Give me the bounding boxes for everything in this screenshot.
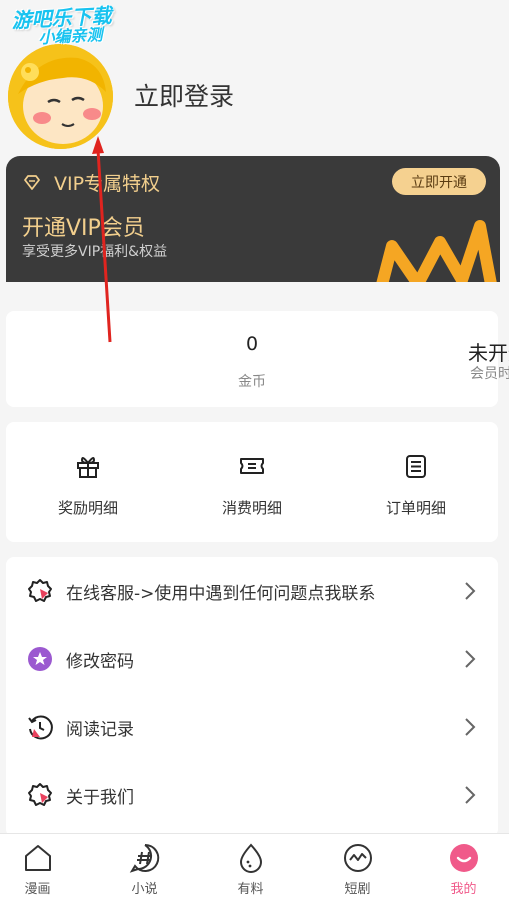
- shortcut-rewards[interactable]: 奖励明细: [23, 452, 153, 518]
- login-link[interactable]: 立即登录: [134, 77, 234, 113]
- list-icon: [406, 455, 426, 478]
- menu-item-label: 在线客服->使用中遇到任何问题点我联系: [66, 583, 376, 604]
- gift-icon: [77, 457, 99, 478]
- badge-check-icon: [28, 783, 52, 806]
- tab-novels[interactable]: 小说: [94, 842, 195, 897]
- stats-panel: 0 金币 未开通 会员时间: [6, 311, 509, 407]
- tab-label: 我的: [450, 882, 477, 897]
- shortcut-orders[interactable]: 订单明细: [351, 452, 481, 518]
- tab-label: 短剧: [344, 882, 371, 897]
- tab-short-drama[interactable]: 短剧: [307, 842, 408, 897]
- card-divider: [0, 282, 509, 312]
- diamond-icon: [24, 174, 40, 190]
- egg-icon: [239, 843, 262, 873]
- menu-item-label: 关于我们: [66, 787, 134, 808]
- shortcuts-panel: 奖励明细 消费明细 订单明细: [6, 422, 498, 542]
- hash-icon: [129, 843, 159, 873]
- menu-item-about[interactable]: 关于我们: [6, 761, 498, 829]
- membership-label: 会员时间: [470, 366, 509, 382]
- badge-check-icon: [28, 579, 52, 602]
- tab-label: 漫画: [24, 882, 51, 897]
- shortcut-spending[interactable]: 消费明细: [187, 452, 317, 518]
- tab-mine[interactable]: 我的: [413, 842, 509, 897]
- tab-content[interactable]: 有料: [200, 842, 301, 897]
- home-icon: [24, 845, 51, 871]
- menu-item-label: 阅读记录: [66, 719, 134, 740]
- menu-item-customer-service[interactable]: 在线客服->使用中遇到任何问题点我联系: [6, 557, 498, 625]
- membership-value: 未开通: [468, 341, 509, 365]
- star-icon: [28, 647, 52, 671]
- bottom-tab-bar: 漫画 小说 有料 短剧 我的: [0, 833, 509, 899]
- avatar[interactable]: [8, 44, 113, 149]
- menu-item-reading-history[interactable]: 阅读记录: [6, 693, 498, 761]
- shortcut-rewards-label: 奖励明细: [57, 499, 118, 517]
- coins-stat[interactable]: 0 金币: [6, 311, 266, 407]
- watermark-logo: 游吧乐下载 小编亲测: [11, 3, 113, 48]
- menu-item-label: 修改密码: [66, 651, 134, 672]
- chevron-right-icon: [465, 582, 476, 600]
- membership-stat[interactable]: 未开通 会员时间: [252, 311, 509, 407]
- vip-title: VIP专属特权: [54, 173, 161, 195]
- chevron-right-icon: [465, 650, 476, 668]
- shortcut-orders-label: 订单明细: [385, 499, 446, 517]
- vip-open-button[interactable]: 立即开通: [392, 168, 486, 195]
- vip-subtitle: 享受更多VIP福利&权益: [22, 244, 168, 260]
- chevron-right-icon: [465, 786, 476, 804]
- smile-icon: [449, 844, 478, 872]
- tab-label: 有料: [237, 882, 264, 897]
- settings-menu: 在线客服->使用中遇到任何问题点我联系 修改密码 阅读记录 关于我们: [6, 557, 498, 837]
- chevron-right-icon: [465, 718, 476, 736]
- vip-headline: 开通VIP会员: [22, 216, 145, 241]
- shortcut-spending-label: 消费明细: [221, 499, 282, 517]
- tab-comics[interactable]: 漫画: [0, 842, 88, 897]
- avatar-cartoon-icon: [8, 44, 113, 149]
- menu-item-change-password[interactable]: 修改密码: [6, 625, 498, 693]
- history-icon: [28, 715, 53, 740]
- watermark-line2: 小编亲测: [38, 24, 103, 48]
- vip-card[interactable]: VIP专属特权 立即开通 开通VIP会员 享受更多VIP福利&权益: [6, 156, 500, 300]
- ticket-icon: [240, 458, 264, 474]
- wave-icon: [343, 844, 372, 872]
- vip-header: VIP专属特权: [22, 169, 160, 196]
- tab-label: 小说: [131, 882, 158, 897]
